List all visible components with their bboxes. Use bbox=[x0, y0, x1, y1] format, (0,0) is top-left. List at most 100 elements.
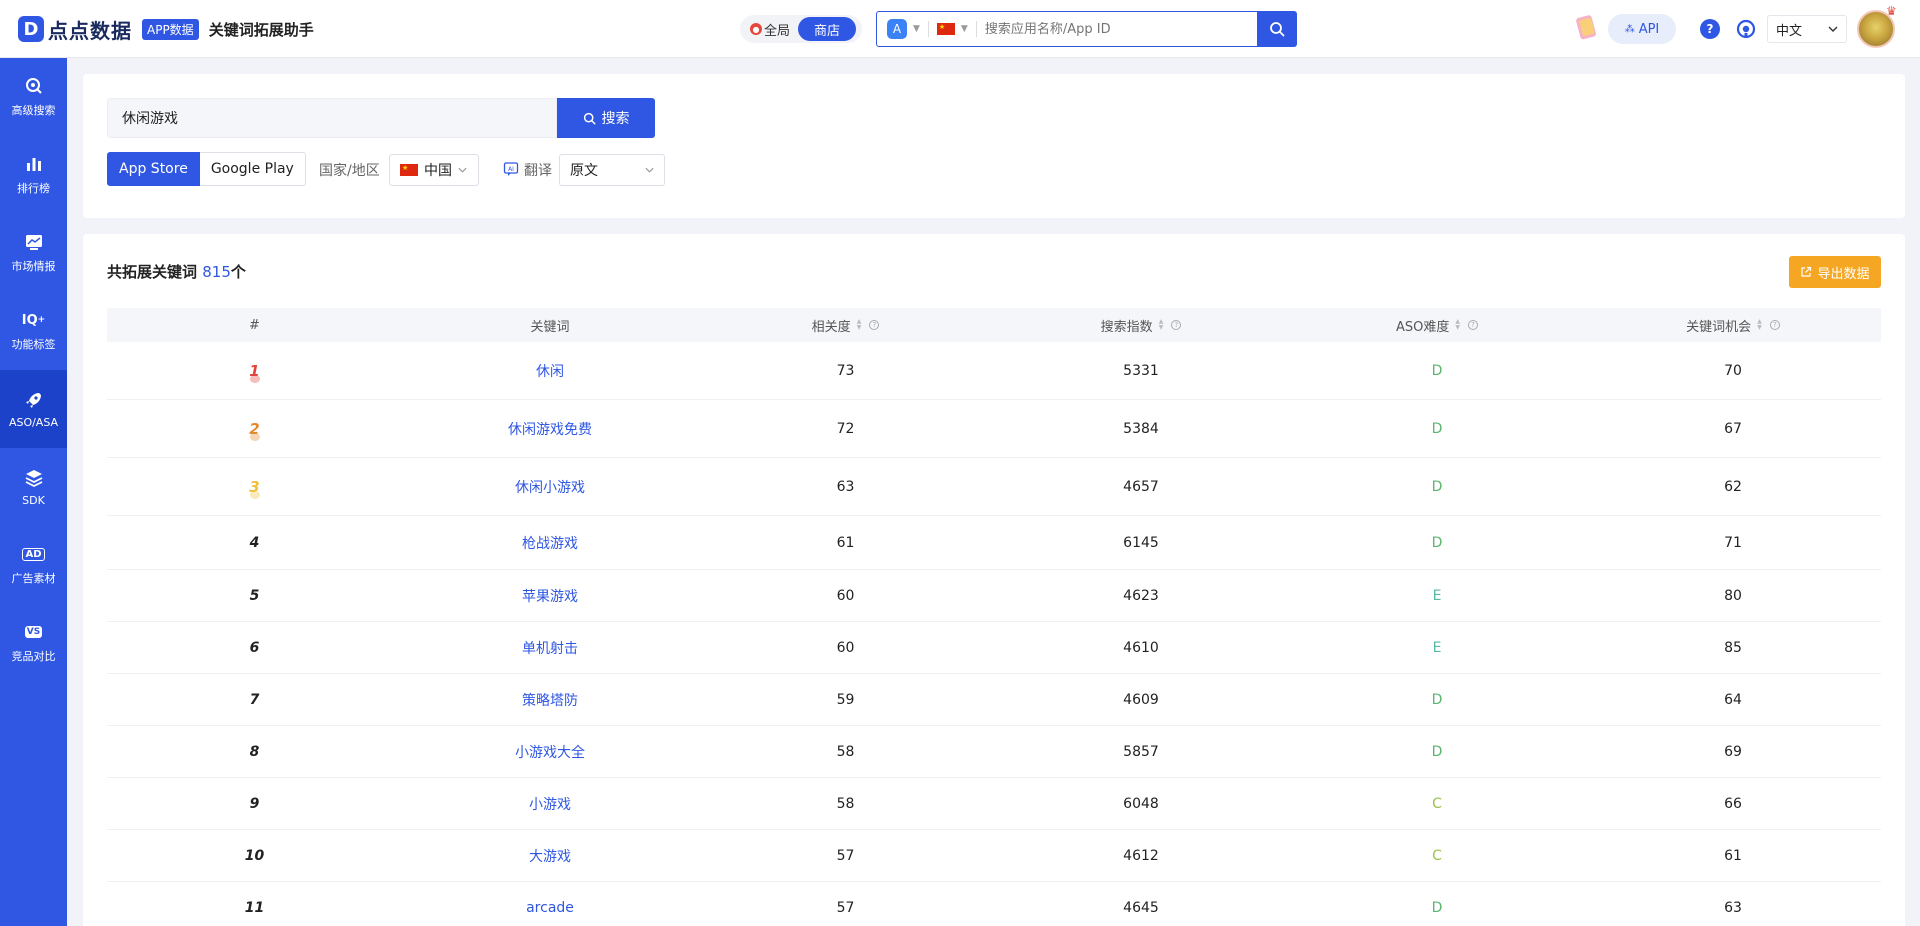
scope-store-option[interactable]: 商店 bbox=[798, 17, 856, 41]
sidebar-item-feature-tag[interactable]: IQ + 功能标签 bbox=[0, 292, 67, 370]
sort-icon[interactable]: ▲ ▼ bbox=[1757, 319, 1762, 331]
cell-aso-difficulty: D bbox=[1431, 478, 1443, 495]
col-aso-difficulty[interactable]: ASO难度 ▲ ▼ ? bbox=[1289, 316, 1585, 335]
sidebar-item-competitor[interactable]: VS 竞品对比 bbox=[0, 604, 67, 682]
app-search-input[interactable] bbox=[984, 21, 1257, 37]
chevron-down-icon bbox=[458, 167, 467, 173]
cell-aso-difficulty: D bbox=[1431, 420, 1443, 437]
cell-rank: 1 bbox=[107, 361, 402, 383]
info-icon[interactable]: ? bbox=[1769, 320, 1780, 330]
cell-search-index: 4609 bbox=[1123, 691, 1159, 708]
translate-value: 原文 bbox=[570, 163, 598, 179]
cell-keyword: 大游戏 bbox=[402, 846, 698, 866]
cell-keyword-opportunity: 70 bbox=[1724, 362, 1742, 379]
cell-aso-difficulty: E bbox=[1432, 639, 1442, 656]
sort-icon[interactable]: ▲ ▼ bbox=[1159, 319, 1164, 331]
keyword-link[interactable]: 枪战游戏 bbox=[522, 533, 578, 553]
app-data-badge[interactable]: APP数据 bbox=[142, 18, 199, 40]
cell-search-index: 4612 bbox=[1123, 847, 1159, 864]
cell-rank: 6 bbox=[249, 639, 260, 656]
sort-icon[interactable]: ▲ ▼ bbox=[1455, 319, 1460, 331]
table-row: 9 小游戏 58 6048 C 66 bbox=[107, 778, 1881, 830]
rank-medal-icon: 3 bbox=[247, 477, 263, 499]
table-row: 10 大游戏 57 4612 C 61 bbox=[107, 830, 1881, 882]
svg-text:AI: AI bbox=[508, 166, 514, 173]
help-icon[interactable]: ? bbox=[1700, 19, 1720, 39]
keyword-link[interactable]: 单机射击 bbox=[522, 638, 578, 658]
sidebar-item-market-intel[interactable]: 市场情报 bbox=[0, 214, 67, 292]
results-title-text: 共拓展关键词 bbox=[107, 263, 198, 281]
cell-aso-difficulty: D bbox=[1431, 743, 1443, 760]
table-body: 1 休闲 73 5331 D 70 2 休闲游戏免费 72 5384 D 67 3 休闲小游戏 63 4657… bbox=[107, 342, 1881, 926]
cell-search-index: 4657 bbox=[1123, 478, 1159, 495]
scope-all-option[interactable]: ● 全局 bbox=[740, 20, 798, 39]
keyword-link[interactable]: 苹果游戏 bbox=[522, 586, 578, 606]
app-search-button[interactable] bbox=[1256, 11, 1297, 47]
sidebar-item-ad-creative[interactable]: AD 广告素材 bbox=[0, 526, 67, 604]
sidebar-item-label: 市场情报 bbox=[11, 260, 56, 273]
ad-glyph: AD bbox=[22, 547, 45, 561]
keyword-link[interactable]: 休闲游戏免费 bbox=[508, 419, 592, 439]
info-icon[interactable]: ? bbox=[1468, 320, 1478, 330]
region-select[interactable]: 中国 bbox=[389, 154, 479, 186]
cell-relevance: 63 bbox=[836, 478, 855, 495]
cell-rank: 7 bbox=[249, 691, 260, 708]
cell-relevance: 60 bbox=[836, 639, 855, 656]
sidebar-item-advanced-search[interactable]: 高级搜索 bbox=[0, 58, 67, 136]
sidebar-item-ranking[interactable]: 排行榜 bbox=[0, 136, 67, 214]
export-data-button[interactable]: 导出数据 bbox=[1789, 256, 1881, 288]
info-icon[interactable]: ? bbox=[1171, 320, 1182, 330]
sidebar-item-label: SDK bbox=[22, 493, 45, 507]
keyword-search-button[interactable]: 搜索 bbox=[557, 98, 655, 138]
china-flag-icon[interactable] bbox=[936, 23, 955, 35]
sidebar-item-sdk[interactable]: SDK bbox=[0, 448, 67, 526]
cell-relevance: 60 bbox=[836, 587, 855, 604]
col-search-index[interactable]: 搜索指数 ▲ ▼ ? bbox=[993, 316, 1289, 335]
vip-card-icon[interactable] bbox=[1575, 12, 1599, 42]
logo[interactable]: D 点点数据 APP数据 关键词拓展助手 bbox=[18, 15, 314, 43]
keyword-link[interactable]: 休闲小游戏 bbox=[515, 477, 585, 497]
vs-glyph: VS bbox=[24, 626, 43, 638]
advanced-search-icon bbox=[25, 78, 42, 94]
logo-text: 点点数据 bbox=[48, 18, 132, 43]
region-label: 国家/地区 bbox=[319, 163, 380, 179]
chevron-down-icon[interactable]: ▼ bbox=[961, 24, 968, 34]
table-row: 4 枪战游戏 61 6145 D 71 bbox=[107, 516, 1881, 570]
info-icon[interactable]: ? bbox=[869, 320, 880, 330]
sidebar-item-label: 高级搜索 bbox=[11, 104, 56, 117]
api-button[interactable]: ⁂ API bbox=[1608, 14, 1676, 44]
language-value: 中文 bbox=[1776, 23, 1803, 39]
keyword-link[interactable]: 策略塔防 bbox=[522, 690, 578, 710]
table-row: 7 策略塔防 59 4609 D 64 bbox=[107, 674, 1881, 726]
table-row: 6 单机射击 60 4610 E 85 bbox=[107, 622, 1881, 674]
keyword-link[interactable]: 小游戏 bbox=[529, 794, 571, 814]
ai-translate-icon: AI bbox=[503, 162, 519, 176]
keyword-input[interactable]: 休闲游戏 bbox=[107, 98, 557, 138]
cell-keyword: 休闲小游戏 bbox=[402, 477, 698, 497]
table-row: 8 小游戏大全 58 5857 D 69 bbox=[107, 726, 1881, 778]
tab-app-store[interactable]: App Store bbox=[107, 152, 200, 186]
cell-keyword: 休闲 bbox=[402, 361, 698, 381]
cell-keyword-opportunity: 63 bbox=[1724, 899, 1742, 916]
app-store-icon[interactable]: A bbox=[887, 19, 907, 39]
market-intel-icon bbox=[25, 235, 42, 250]
results-panel: 共拓展关键词 815个 导出数据 # 关键词 相关度 ▲ ▼ ? 搜索指数 ▲ ▼ … bbox=[83, 234, 1905, 926]
cell-aso-difficulty: D bbox=[1431, 899, 1443, 916]
cell-relevance: 57 bbox=[836, 847, 855, 864]
language-select[interactable]: 中文 bbox=[1767, 15, 1847, 43]
keyword-link[interactable]: 大游戏 bbox=[529, 846, 571, 866]
keyword-link[interactable]: 小游戏大全 bbox=[515, 742, 585, 762]
customer-service-icon[interactable] bbox=[1736, 19, 1756, 39]
chevron-down-icon[interactable]: ▼ bbox=[913, 24, 920, 34]
keyword-link[interactable]: 休闲 bbox=[536, 361, 564, 381]
translate-select[interactable]: 原文 bbox=[559, 154, 665, 186]
keyword-link[interactable]: arcade bbox=[526, 900, 574, 916]
col-keyword-opportunity[interactable]: 关键词机会 ▲ ▼ ? bbox=[1585, 316, 1881, 335]
col-relevance[interactable]: 相关度 ▲ ▼ ? bbox=[698, 316, 993, 335]
cell-rank: 5 bbox=[249, 587, 260, 604]
sidebar-item-aso-asa[interactable]: ASO/ASA bbox=[0, 370, 67, 448]
filter-panel: 休闲游戏 搜索 App Store Google Play 国家/地区 中国 A… bbox=[83, 74, 1905, 218]
sort-icon[interactable]: ▲ ▼ bbox=[857, 319, 862, 331]
iq-glyph: IQ bbox=[21, 312, 38, 328]
tab-google-play[interactable]: Google Play bbox=[199, 152, 306, 186]
